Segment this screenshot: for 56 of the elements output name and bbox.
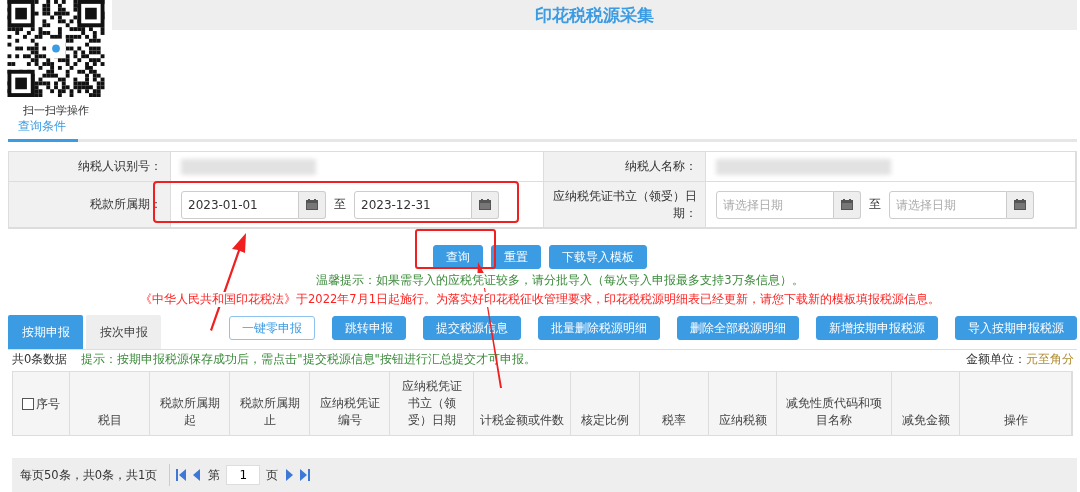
range-separator: 至	[334, 196, 346, 213]
column-header: 减免性质代码和项目名称	[777, 372, 892, 435]
query-action-button[interactable]: 查询	[433, 245, 483, 269]
unit-value: 元至角分	[1026, 352, 1074, 367]
column-header: 操作	[960, 372, 1072, 435]
calendar-button[interactable]	[1007, 190, 1034, 219]
page-prefix: 第	[208, 467, 221, 483]
column-header: 减免金额	[892, 372, 960, 435]
action-button[interactable]: 一键零申报	[229, 316, 315, 340]
unit-label: 金额单位：	[966, 352, 1026, 367]
page-title: 印花税税源采集	[535, 3, 654, 27]
query-action-button[interactable]: 重置	[491, 245, 541, 269]
calendar-icon	[306, 199, 318, 210]
record-count: 共0条数据	[12, 352, 68, 367]
calendar-button[interactable]	[472, 190, 499, 219]
action-button[interactable]: 批量删除税源明细	[538, 316, 660, 340]
calendar-icon	[479, 199, 491, 210]
column-header: 应纳税凭证书立（领受）日期	[390, 372, 474, 435]
field-label: 纳税人名称：	[544, 152, 706, 182]
column-header: 应纳税额	[709, 372, 777, 435]
column-header: 序号	[36, 395, 60, 413]
column-header: 核定比例	[571, 372, 640, 435]
query-action-button[interactable]: 下载导入模板	[549, 245, 647, 269]
column-header: 税款所属期起	[150, 372, 230, 435]
action-button[interactable]: 跳转申报	[332, 316, 406, 340]
page-suffix: 页	[266, 467, 279, 483]
date-field[interactable]: 2023-01-01	[181, 190, 299, 219]
column-header: 税率	[640, 372, 709, 435]
first-page-icon[interactable]	[176, 469, 187, 481]
column-header: 应纳税凭证编号	[310, 372, 390, 435]
page-summary: 每页50条，共0条，共1页	[20, 464, 171, 486]
query-tab[interactable]: 查询条件	[8, 118, 78, 142]
next-page-icon[interactable]	[284, 469, 295, 481]
date-field[interactable]: 请选择日期	[716, 190, 834, 219]
calendar-button[interactable]	[299, 190, 326, 219]
field-label: 纳税人识别号：	[9, 152, 171, 182]
declare-tab[interactable]: 按次申报	[86, 315, 161, 349]
field-label: 应纳税凭证书立（领受）日期：	[544, 182, 706, 228]
field-label: 税款所属期：	[9, 182, 171, 228]
range-separator: 至	[869, 196, 881, 213]
calendar-button[interactable]	[834, 190, 861, 219]
qr-caption: 扫一扫学操作	[23, 103, 89, 118]
date-field[interactable]: 2023-12-31	[354, 190, 472, 219]
action-button[interactable]: 删除全部税源明细	[677, 316, 799, 340]
action-button[interactable]: 导入按期申报税源	[955, 316, 1077, 340]
column-header: 税目	[70, 372, 150, 435]
previous-page-icon[interactable]	[192, 469, 203, 481]
declare-tab[interactable]: 按期申报	[8, 315, 83, 349]
calendar-icon	[841, 199, 853, 210]
date-field[interactable]: 请选择日期	[889, 190, 1007, 219]
select-all-checkbox[interactable]	[22, 397, 34, 410]
column-header: 税款所属期止	[230, 372, 310, 435]
last-page-icon[interactable]	[300, 469, 311, 481]
page-input[interactable]: 1	[226, 465, 261, 485]
action-button[interactable]: 新增按期申报税源	[816, 316, 938, 340]
calendar-icon	[1014, 199, 1026, 210]
